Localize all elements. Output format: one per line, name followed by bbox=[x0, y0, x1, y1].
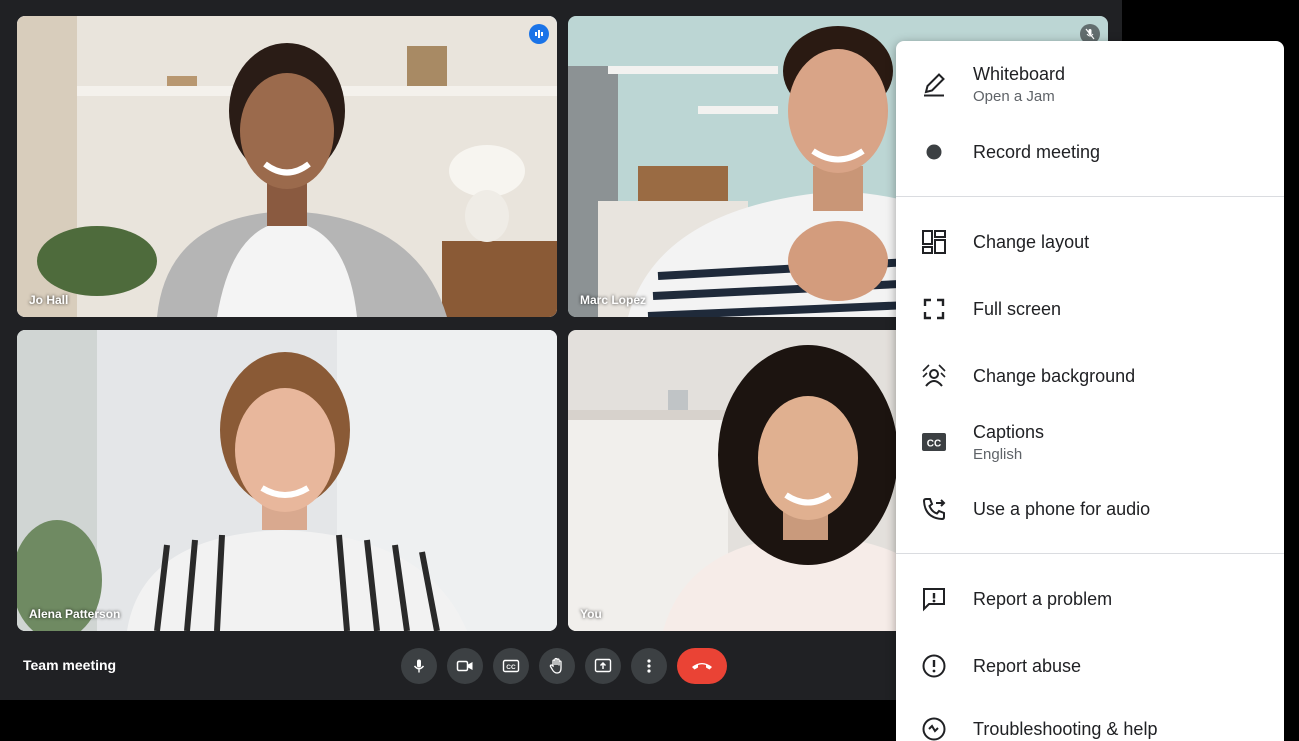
menu-item-change-background[interactable]: Change background bbox=[896, 360, 1284, 392]
menu-item-report-abuse[interactable]: Report abuse bbox=[896, 650, 1284, 682]
menu-divider bbox=[896, 196, 1284, 197]
menu-item-record-meeting[interactable]: Record meeting bbox=[896, 136, 1284, 168]
svg-text:CC: CC bbox=[927, 439, 941, 450]
troubleshooting-icon bbox=[920, 715, 948, 741]
mic-button[interactable] bbox=[401, 648, 437, 684]
raise-hand-icon bbox=[549, 657, 562, 674]
menu-item-label: Report abuse bbox=[973, 655, 1082, 676]
call-controls: CC bbox=[401, 648, 727, 684]
participant-name: Marc Lopez bbox=[580, 293, 647, 307]
menu-item-label: Record meeting bbox=[973, 141, 1101, 162]
menu-item-label: Change layout bbox=[973, 231, 1090, 252]
phone-forward-icon bbox=[920, 495, 948, 523]
menu-item-whiteboard[interactable]: Whiteboard Open a Jam bbox=[896, 59, 1284, 109]
layout-icon bbox=[920, 228, 948, 256]
speaking-indicator-icon bbox=[529, 24, 549, 44]
menu-item-label: Captions bbox=[973, 421, 1045, 442]
menu-item-captions[interactable]: CC Captions English bbox=[896, 415, 1284, 469]
svg-text:CC: CC bbox=[506, 664, 516, 671]
menu-item-full-screen[interactable]: Full screen bbox=[896, 293, 1284, 325]
more-options-button[interactable] bbox=[631, 648, 667, 684]
menu-item-label: Whiteboard bbox=[973, 63, 1066, 84]
participant-name: You bbox=[580, 607, 602, 621]
menu-item-phone-audio[interactable]: Use a phone for audio bbox=[896, 493, 1284, 525]
participant-video bbox=[17, 330, 557, 631]
more-options-menu: Whiteboard Open a Jam Record meeting Cha… bbox=[896, 41, 1284, 741]
present-button[interactable] bbox=[585, 648, 621, 684]
menu-item-change-layout[interactable]: Change layout bbox=[896, 226, 1284, 258]
end-call-icon bbox=[692, 663, 712, 670]
mic-icon bbox=[413, 659, 425, 673]
camera-button[interactable] bbox=[447, 648, 483, 684]
captions-icon: CC bbox=[920, 428, 948, 456]
pencil-icon bbox=[920, 70, 948, 98]
participant-name: Alena Patterson bbox=[29, 607, 121, 621]
report-abuse-icon bbox=[920, 652, 948, 680]
menu-item-label: Use a phone for audio bbox=[973, 498, 1151, 519]
more-options-icon bbox=[647, 659, 651, 673]
captions-button[interactable]: CC bbox=[493, 648, 529, 684]
end-call-button[interactable] bbox=[677, 648, 727, 684]
meeting-title: Team meeting bbox=[23, 657, 117, 673]
fullscreen-icon bbox=[920, 295, 948, 323]
menu-item-report-problem[interactable]: Report a problem bbox=[896, 583, 1284, 615]
background-icon bbox=[920, 362, 948, 390]
menu-item-label: Report a problem bbox=[973, 588, 1113, 609]
menu-item-label: Troubleshooting & help bbox=[973, 718, 1158, 739]
menu-item-label: Change background bbox=[973, 365, 1136, 386]
participant-tile-jo[interactable]: Jo Hall bbox=[17, 16, 557, 317]
menu-item-label: Full screen bbox=[973, 298, 1062, 319]
menu-item-sublabel: English bbox=[973, 445, 1023, 463]
raise-hand-button[interactable] bbox=[539, 648, 575, 684]
menu-item-sublabel: Open a Jam bbox=[973, 87, 1055, 105]
participant-video bbox=[17, 16, 557, 317]
participant-tile-alena[interactable]: Alena Patterson bbox=[17, 330, 557, 631]
present-icon bbox=[594, 658, 612, 673]
report-problem-icon bbox=[920, 585, 948, 613]
camera-icon bbox=[456, 660, 473, 672]
participant-name: Jo Hall bbox=[29, 293, 69, 307]
captions-icon: CC bbox=[502, 659, 520, 673]
menu-item-troubleshooting[interactable]: Troubleshooting & help bbox=[896, 713, 1284, 741]
menu-divider bbox=[896, 553, 1284, 554]
record-icon bbox=[920, 138, 948, 166]
